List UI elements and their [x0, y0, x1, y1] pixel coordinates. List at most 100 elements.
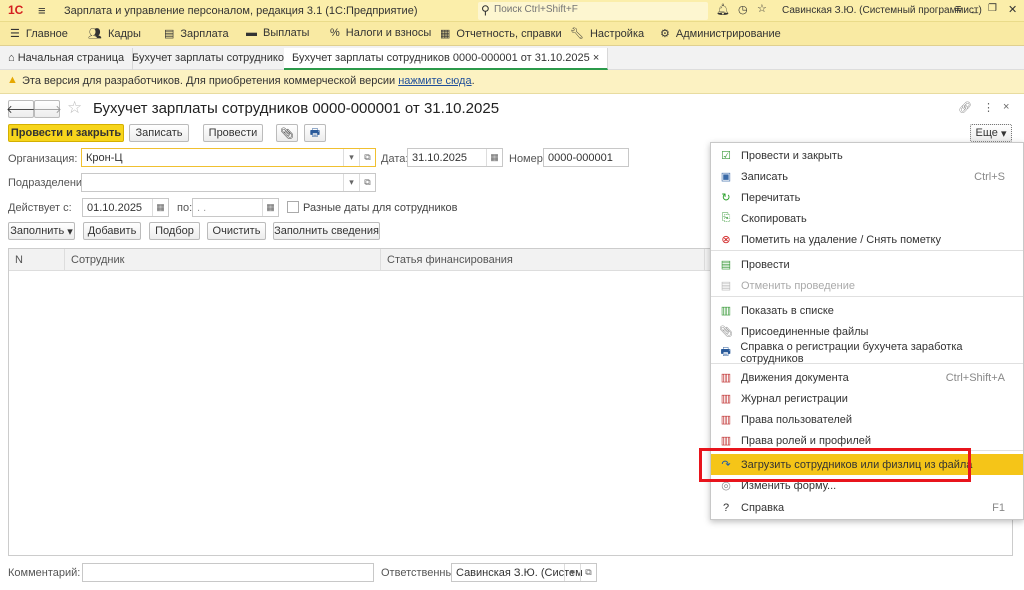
show-list-icon: ▥ — [720, 305, 732, 317]
back-button[interactable]: 🡐 — [6, 100, 36, 118]
print-button[interactable]: 🖶 — [304, 124, 326, 142]
post-close-icon: ☑ — [721, 150, 731, 162]
menu-settings[interactable]: 🔧︎ Настройка — [570, 27, 644, 41]
dept-field[interactable]: ▾ ⧉ — [81, 173, 376, 192]
settings-menu-icon[interactable]: ≡ — [955, 3, 961, 15]
menu-item[interactable]: ▥ Права пользователей — [711, 409, 1023, 430]
reports-icon: ▦ — [440, 28, 451, 40]
open-icon[interactable]: ⧉ — [359, 174, 375, 191]
dev-version-warning: ▲ Эта версия для разработчиков. Для прио… — [0, 70, 1024, 94]
paperclip-icon: 📎︎ — [719, 326, 733, 338]
help-icon: ? — [722, 501, 730, 514]
dropdown-icon[interactable]: ▾ — [564, 564, 580, 581]
menu-main[interactable]: ☰ Главное — [10, 27, 68, 41]
calendar-icon[interactable]: ▦ — [262, 199, 278, 216]
save-button[interactable]: Записать — [129, 124, 189, 142]
menu-item-label: Показать в списке — [741, 304, 834, 317]
menu-separator — [711, 250, 1023, 251]
clear-button[interactable]: Очистить — [207, 222, 266, 240]
column-header-funding[interactable]: Статья финансирования — [381, 249, 705, 271]
link-icon[interactable]: 🔗︎ — [958, 101, 972, 114]
column-header-n[interactable]: N — [9, 249, 65, 271]
menu-item[interactable]: ? Справка F1 — [711, 497, 1023, 518]
menu-item-label: Справка о регистрации бухучета заработка… — [740, 340, 963, 365]
search-input[interactable] — [494, 4, 694, 15]
number-field[interactable]: 0000-000001 — [543, 148, 629, 167]
pick-button[interactable]: Подбор — [149, 222, 200, 240]
more-actions-icon[interactable]: ⋮ — [983, 101, 994, 114]
menu-item[interactable]: ⊗ Пометить на удаление / Снять пометку — [711, 229, 1023, 250]
menu-item[interactable]: ▥ Показать в списке — [711, 300, 1023, 321]
menu-item-label: Движения документа — [741, 371, 849, 384]
menu-item[interactable]: ▣ Записать Ctrl+S — [711, 166, 1023, 187]
comment-field[interactable] — [82, 563, 374, 582]
to-date-field[interactable]: . . ▦ — [192, 198, 279, 217]
menu-separator — [711, 296, 1023, 297]
search-box[interactable]: ⚲ — [478, 2, 708, 20]
more-button[interactable]: Еще ▾ — [970, 124, 1012, 142]
attachments-button[interactable]: 📎︎ — [276, 124, 298, 142]
org-field[interactable]: Крон-Ц ▾ ⧉ — [81, 148, 376, 167]
menu-item[interactable]: ▥ Движения документа Ctrl+Shift+A — [711, 367, 1023, 388]
menu-admin[interactable]: ⚙ Администрирование — [660, 27, 781, 41]
close-tab-icon[interactable]: × — [593, 52, 599, 64]
tab-document[interactable]: Бухучет зарплаты сотрудников 0000-000001… — [284, 48, 609, 70]
menu-item-label: Провести — [741, 258, 790, 271]
org-label: Организация: — [8, 153, 78, 165]
delete-mark-icon: ⊗ — [721, 234, 731, 246]
buy-link[interactable]: нажмите сюда — [398, 75, 471, 87]
menu-item[interactable]: ☑ Провести и закрыть — [711, 145, 1023, 166]
fill-button[interactable]: Заполнить ▾ — [8, 222, 75, 240]
home-icon: ⌂ — [8, 52, 18, 64]
menu-item[interactable]: ▤ Провести — [711, 254, 1023, 275]
date-field[interactable]: 31.10.2025 ▦ — [407, 148, 503, 167]
open-icon[interactable]: ⧉ — [359, 149, 375, 166]
fill-info-button[interactable]: Заполнить сведения — [273, 222, 380, 240]
dropdown-icon[interactable]: ▾ — [343, 174, 359, 191]
document-icon: ▤ — [164, 28, 175, 40]
tab-home[interactable]: ⌂ Начальная страница — [0, 48, 134, 70]
dropdown-icon[interactable]: ▾ — [343, 149, 359, 166]
hamburger-icon[interactable]: ≡ — [38, 3, 46, 18]
add-button[interactable]: Добавить — [83, 222, 141, 240]
bell-icon[interactable]: 🔔︎ — [716, 3, 730, 16]
calendar-icon[interactable]: ▦ — [152, 199, 168, 216]
post-and-close-button[interactable]: Провести и закрыть — [8, 124, 124, 142]
menu-reports[interactable]: ▦ Отчетность, справки — [440, 27, 562, 41]
menu-taxes[interactable]: % Налоги и взносы — [330, 27, 431, 39]
user-name[interactable]: Савинская З.Ю. (Системный программист) — [782, 5, 982, 16]
from-date-field[interactable]: 01.10.2025 ▦ — [82, 198, 169, 217]
app-title: Зарплата и управление персоналом, редакц… — [64, 5, 418, 17]
favorite-star-icon[interactable]: ☆ — [67, 98, 82, 118]
menu-item-label: Провести и закрыть — [741, 149, 843, 162]
menu-item-shortcut: F1 — [992, 501, 1005, 514]
section-menu: ☰ Главное 👥︎ Кадры ▤ Зарплата ▬ Выплаты % Нал… — [0, 22, 1024, 46]
responsible-field[interactable]: Савинская З.Ю. (Систем ▾ ⧉ — [451, 563, 597, 582]
menu-item-shortcut: Ctrl+S — [974, 170, 1005, 183]
menu-item[interactable]: ▥ Журнал регистрации — [711, 388, 1023, 409]
menu-payments[interactable]: ▬ Выплаты — [246, 27, 309, 39]
menu-item[interactable]: 🖶 Справка о регистрации бухучета заработк… — [711, 340, 1023, 365]
menu-item-label: Права ролей и профилей — [741, 434, 872, 447]
restore-icon[interactable]: ❐ — [988, 3, 997, 14]
forward-button[interactable]: 🡒 — [32, 100, 62, 118]
menu-item[interactable]: ↻ Перечитать — [711, 187, 1023, 208]
column-header-employee[interactable]: Сотрудник — [65, 249, 381, 271]
menu-item[interactable]: ⎘ Скопировать — [711, 208, 1023, 229]
diff-dates-checkbox[interactable] — [287, 201, 299, 213]
menu-salary[interactable]: ▤ Зарплата — [164, 27, 229, 41]
post-button[interactable]: Провести — [203, 124, 263, 142]
calendar-icon[interactable]: ▦ — [486, 149, 502, 166]
open-icon[interactable]: ⧉ — [580, 564, 596, 581]
menu-item-label: Справка — [741, 501, 785, 514]
tab-list[interactable]: Бухучет зарплаты сотрудников × — [124, 48, 309, 70]
history-icon[interactable]: ◷ — [738, 3, 748, 16]
star-icon[interactable]: ☆ — [757, 2, 767, 15]
minimize-icon[interactable]: _ — [972, 2, 978, 14]
menu-item[interactable]: ▤ Отменить проведение — [711, 275, 1023, 296]
menu-hr[interactable]: 👥︎ Кадры — [88, 27, 141, 41]
close-form-icon[interactable]: × — [1003, 101, 1009, 113]
close-icon[interactable]: ✕ — [1008, 3, 1017, 16]
report-icon: ▥ — [720, 435, 732, 447]
menu-item[interactable]: 📎︎ Присоединенные файлы — [711, 321, 1023, 342]
